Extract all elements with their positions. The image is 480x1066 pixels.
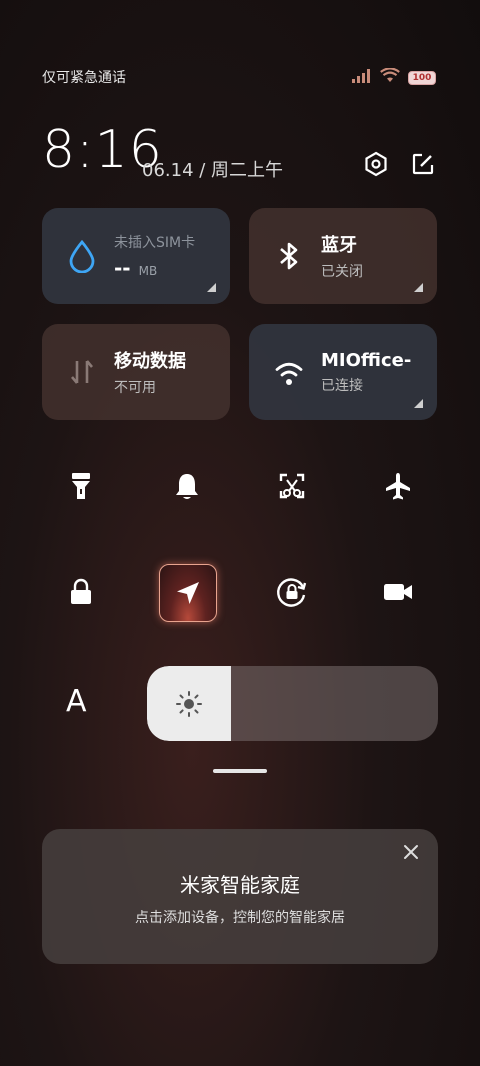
data-usage-label: 未插入SIM卡	[114, 235, 196, 251]
sun-icon	[176, 690, 202, 717]
screenshot-toggle[interactable]	[264, 458, 320, 514]
brightness-slider[interactable]	[147, 666, 438, 741]
screen-recorder-toggle[interactable]	[370, 564, 426, 620]
mobile-data-tile[interactable]: 移动数据 不可用	[42, 324, 230, 420]
edit-icon[interactable]	[409, 150, 437, 178]
bell-icon	[176, 474, 198, 499]
expand-corner-icon	[207, 283, 216, 292]
data-usage-unit: MB	[138, 264, 158, 278]
bluetooth-title: 蓝牙	[321, 235, 357, 256]
drag-handle[interactable]	[213, 769, 267, 773]
date-text: 06.14 / 周二上午	[142, 160, 284, 181]
wifi-icon	[380, 67, 400, 87]
wifi-status: 已连接	[321, 377, 363, 394]
data-usage-value: --	[114, 256, 131, 280]
wifi-network-name: MIOffice-	[321, 349, 412, 371]
brightness-fill	[147, 666, 231, 741]
bluetooth-status: 已关闭	[321, 264, 363, 280]
mobile-data-status: 不可用	[114, 380, 156, 396]
airplane-icon	[386, 473, 410, 500]
data-usage-tile[interactable]: 未插入SIM卡 -- MB	[42, 208, 230, 304]
mi-home-title: 米家智能家庭	[180, 873, 300, 897]
ringer-toggle[interactable]	[159, 458, 215, 514]
lock-icon	[71, 578, 91, 604]
expand-corner-icon	[414, 399, 423, 408]
signal-icon	[352, 68, 372, 87]
mobile-data-title: 移动数据	[114, 351, 186, 372]
mobile-data-arrows-icon	[64, 354, 100, 390]
mi-home-card[interactable]: 米家智能家庭 点击添加设备，控制您的智能家居	[42, 829, 438, 964]
status-icons: 100	[352, 67, 436, 87]
bluetooth-tile[interactable]: 蓝牙 已关闭	[249, 208, 437, 304]
close-icon[interactable]	[400, 841, 422, 863]
lock-screen-toggle[interactable]	[53, 564, 109, 620]
wifi-icon	[271, 354, 307, 390]
battery-icon: 100	[408, 70, 436, 85]
bluetooth-icon	[271, 238, 307, 274]
location-toggle[interactable]	[159, 564, 217, 622]
water-drop-icon	[64, 238, 100, 274]
rotation-lock-icon	[277, 578, 307, 607]
flashlight-icon	[72, 473, 90, 499]
mi-home-subtitle: 点击添加设备，控制您的智能家居	[135, 910, 345, 926]
rotation-lock-toggle[interactable]	[264, 564, 320, 620]
flashlight-toggle[interactable]	[53, 458, 109, 514]
auto-brightness-button[interactable]: A	[66, 684, 87, 719]
expand-corner-icon	[414, 283, 423, 292]
wifi-tile[interactable]: MIOffice- 已连接	[249, 324, 437, 420]
location-icon	[177, 582, 199, 604]
carrier-status-text: 仅可紧急通话	[42, 70, 126, 86]
airplane-mode-toggle[interactable]	[370, 458, 426, 514]
screenshot-icon	[279, 473, 305, 499]
video-camera-icon	[384, 584, 412, 600]
settings-icon[interactable]	[362, 150, 390, 178]
